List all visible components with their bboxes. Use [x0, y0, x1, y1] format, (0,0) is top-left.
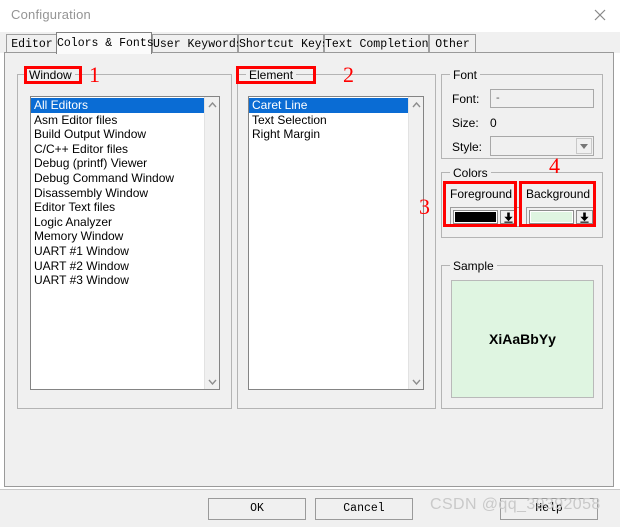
window-title: Configuration — [11, 7, 91, 22]
title-bar: Configuration — [0, 0, 620, 30]
size-value: 0 — [490, 116, 497, 130]
list-item[interactable]: Build Output Window — [31, 127, 205, 142]
tab-colors-and-fonts[interactable]: Colors & Fonts — [56, 32, 154, 54]
colors-group-title: Colors — [450, 166, 491, 180]
element-listbox-scrollbar[interactable] — [408, 97, 423, 389]
list-item[interactable]: All Editors — [31, 98, 205, 113]
list-item[interactable]: Debug Command Window — [31, 171, 205, 186]
list-item[interactable]: Caret Line — [249, 98, 409, 113]
tab-other[interactable]: Other — [429, 34, 476, 53]
background-swatch-frame — [529, 210, 574, 224]
ok-button[interactable]: OK — [208, 498, 306, 520]
list-item[interactable]: UART #3 Window — [31, 273, 205, 288]
arrow-down-icon[interactable] — [500, 210, 517, 224]
foreground-color-picker[interactable] — [450, 207, 520, 227]
list-item[interactable]: Asm Editor files — [31, 113, 205, 128]
scroll-down-icon[interactable] — [205, 374, 219, 389]
sample-text: XiAaBbYy — [489, 331, 556, 347]
list-item[interactable]: Editor Text files — [31, 200, 205, 215]
scroll-up-icon[interactable] — [205, 97, 219, 112]
tab-shortcut-keys[interactable]: Shortcut Keys — [238, 34, 329, 53]
foreground-swatch-frame — [453, 210, 498, 224]
help-button[interactable]: Help — [500, 498, 598, 520]
tab-editor[interactable]: Editor — [6, 34, 58, 53]
tab-page-colors-and-fonts: Window All Editors Asm Editor files Buil… — [4, 52, 614, 487]
list-item[interactable]: UART #1 Window — [31, 244, 205, 259]
foreground-color-swatch — [455, 212, 496, 222]
list-item[interactable]: Right Margin — [249, 127, 409, 142]
tab-user-keywords[interactable]: User Keywords — [152, 34, 243, 53]
list-item[interactable]: UART #2 Window — [31, 259, 205, 274]
style-combobox[interactable] — [490, 136, 594, 156]
sample-preview: XiAaBbYy — [451, 280, 594, 398]
element-listbox-items: Caret Line Text Selection Right Margin — [249, 97, 409, 142]
size-field-label: Size: — [452, 116, 479, 130]
font-field-label: Font: — [452, 92, 480, 106]
dialog-button-bar: OK Cancel Help — [0, 489, 620, 527]
foreground-label: Foreground — [450, 187, 513, 201]
cancel-button[interactable]: Cancel — [315, 498, 413, 520]
element-group: Element Caret Line Text Selection Right … — [237, 68, 436, 409]
arrow-down-icon[interactable] — [576, 210, 593, 224]
list-item[interactable]: Text Selection — [249, 113, 409, 128]
element-group-title: Element — [246, 68, 297, 82]
scroll-up-icon[interactable] — [409, 97, 423, 112]
font-group-title: Font — [450, 68, 481, 82]
font-name-field[interactable]: - — [490, 89, 594, 108]
list-item[interactable]: Disassembly Window — [31, 186, 205, 201]
sample-group: Sample XiAaBbYy — [441, 259, 603, 409]
window-listbox-items: All Editors Asm Editor files Build Outpu… — [31, 97, 205, 288]
close-icon[interactable] — [590, 5, 612, 25]
window-listbox-scrollbar[interactable] — [204, 97, 219, 389]
font-group: Font Font: - Size: 0 Style: — [441, 68, 603, 159]
list-item[interactable]: Debug (printf) Viewer — [31, 156, 205, 171]
list-item[interactable]: Logic Analyzer — [31, 215, 205, 230]
window-listbox[interactable]: All Editors Asm Editor files Build Outpu… — [30, 96, 220, 390]
tab-strip: Editor Colors & Fonts User Keywords Shor… — [0, 32, 620, 54]
colors-group: Colors Foreground Background — [441, 166, 603, 238]
tab-text-completion[interactable]: Text Completion — [324, 34, 429, 53]
background-color-picker[interactable] — [526, 207, 596, 227]
style-field-label: Style: — [452, 140, 483, 154]
background-label: Background — [526, 187, 591, 201]
sample-group-title: Sample — [450, 259, 497, 273]
list-item[interactable]: Memory Window — [31, 229, 205, 244]
scroll-down-icon[interactable] — [409, 374, 423, 389]
element-listbox[interactable]: Caret Line Text Selection Right Margin — [248, 96, 424, 390]
window-group: Window All Editors Asm Editor files Buil… — [17, 68, 232, 409]
list-item[interactable]: C/C++ Editor files — [31, 142, 205, 157]
window-group-title: Window — [26, 68, 75, 82]
chevron-down-icon[interactable] — [576, 138, 592, 154]
background-color-swatch — [531, 212, 572, 222]
